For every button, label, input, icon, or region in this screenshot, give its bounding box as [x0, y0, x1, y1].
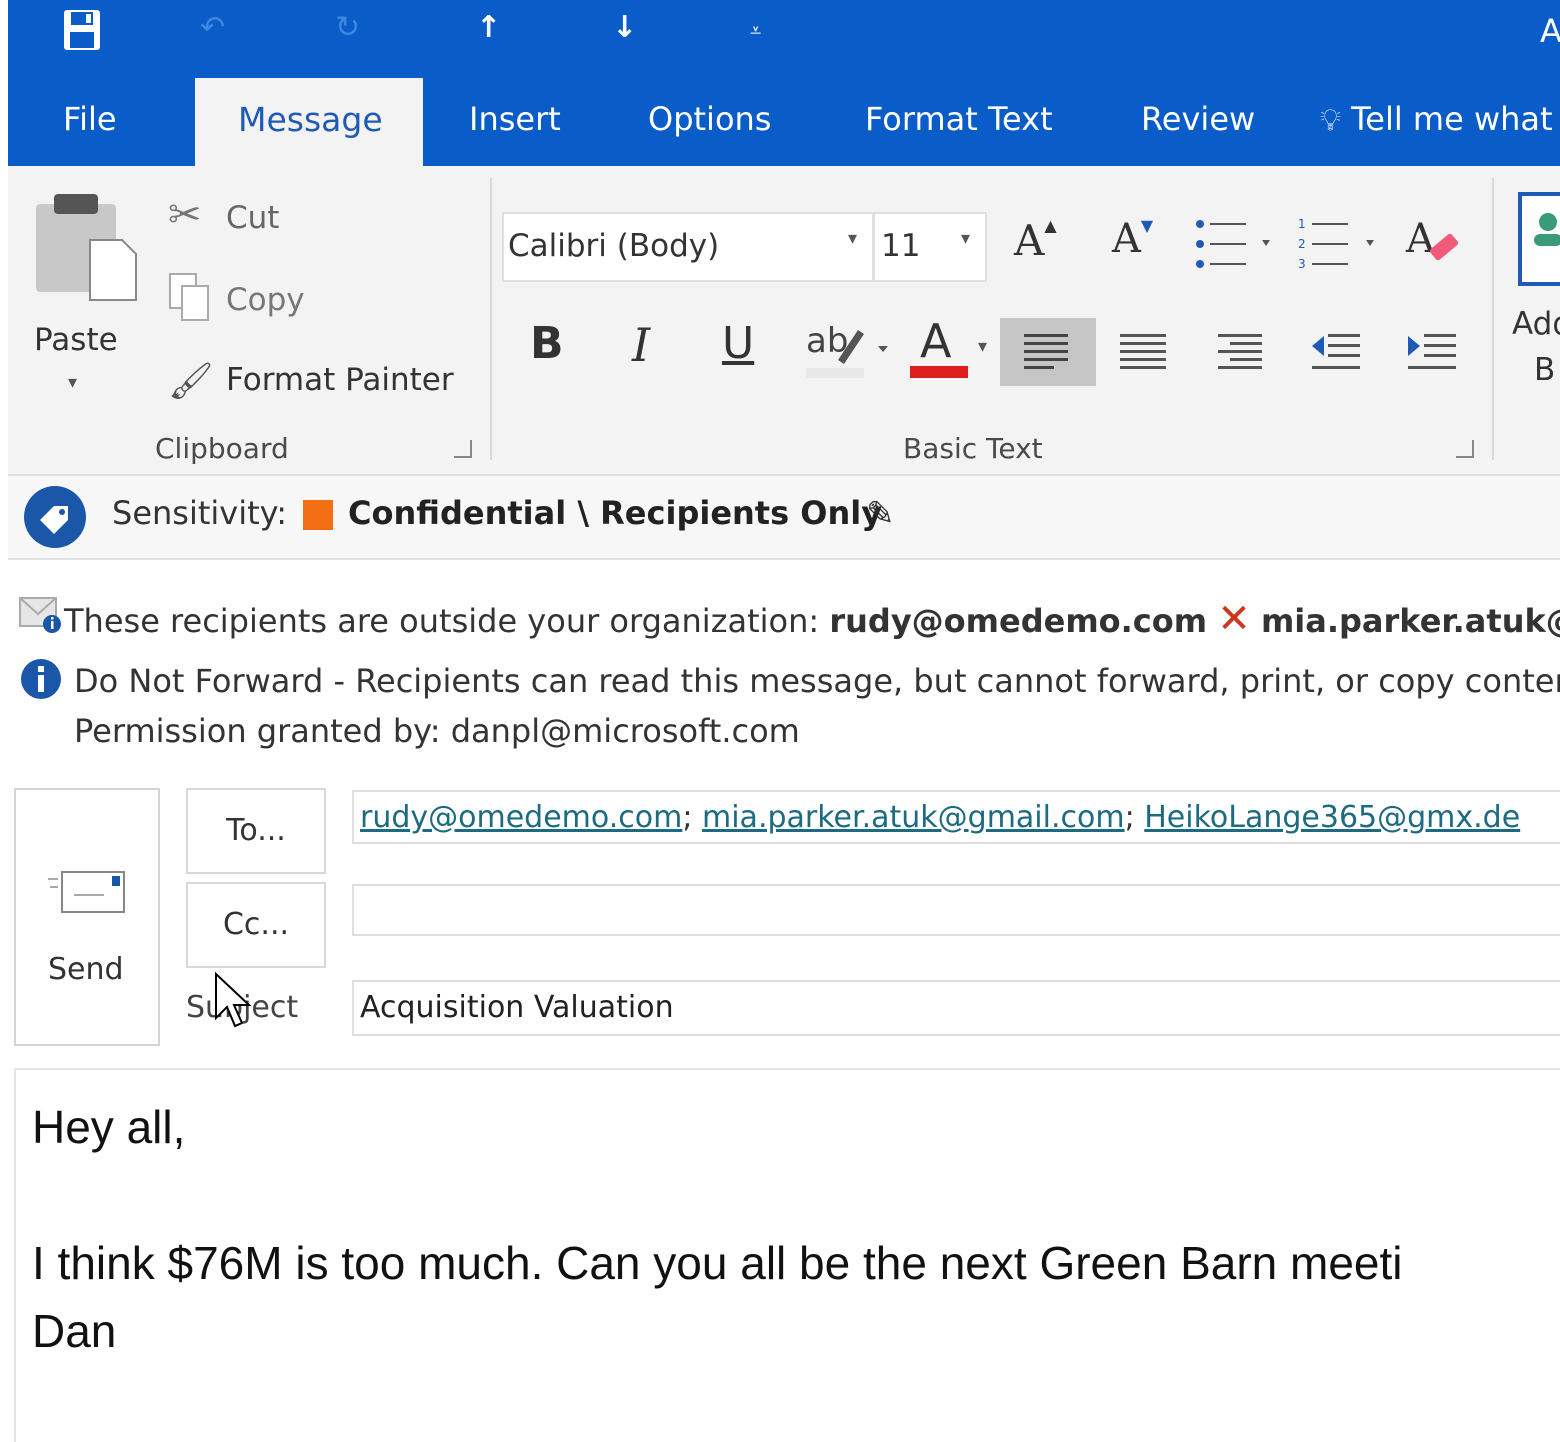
- separator: ;: [682, 800, 693, 835]
- clear-formatting-icon[interactable]: A: [1404, 212, 1464, 276]
- tab-message[interactable]: Message: [238, 100, 383, 139]
- copy-icon: [168, 272, 212, 328]
- align-right-icon[interactable]: [1216, 332, 1264, 376]
- basic-text-launcher-icon[interactable]: [1456, 440, 1474, 458]
- pencil-icon[interactable]: ✎: [866, 494, 895, 534]
- italic-button[interactable]: I: [632, 318, 650, 372]
- address-book-icon[interactable]: [1518, 192, 1560, 292]
- scissors-icon: ✂: [168, 192, 202, 238]
- subject-value: Acquisition Valuation: [360, 990, 674, 1025]
- clipboard-launcher-icon[interactable]: [454, 440, 472, 458]
- arrow-down-icon[interactable]: ↓: [612, 10, 637, 45]
- tab-options[interactable]: Options: [648, 100, 771, 138]
- to-recipients: rudy@omedemo.com; mia.parker.atuk@gmail.…: [360, 800, 1520, 835]
- font-size-combo[interactable]: 11 ▾: [873, 212, 987, 282]
- customize-icon[interactable]: ⩡: [750, 18, 761, 42]
- mail-tip: These recipients are outside your organi…: [64, 596, 1560, 642]
- chevron-down-icon[interactable]: ▾: [961, 228, 970, 249]
- mail-tip-text: These recipients are outside your organi…: [64, 602, 820, 640]
- remove-x-icon[interactable]: ✕: [1217, 596, 1251, 642]
- save-icon[interactable]: [62, 8, 102, 60]
- paste-button[interactable]: Paste: [34, 322, 118, 358]
- shrink-font-icon[interactable]: A▼: [1112, 216, 1153, 262]
- send-label: Send: [48, 952, 124, 987]
- font-name-value: Calibri (Body): [508, 228, 720, 264]
- recipient-link[interactable]: HeikoLange365@gmx.de: [1144, 800, 1520, 835]
- format-painter-icon: 🖌︎: [168, 361, 214, 402]
- recipient-link[interactable]: rudy@omedemo.com: [360, 800, 682, 835]
- clipboard-group-label: Clipboard: [155, 432, 289, 465]
- copy-button[interactable]: Copy: [226, 282, 305, 318]
- ribbon-separator: [490, 178, 492, 460]
- mail-tip-recipient[interactable]: rudy@omedemo.com: [829, 602, 1207, 640]
- font-size-value: 11: [881, 228, 921, 264]
- tell-me-label: Tell me what: [1351, 100, 1553, 138]
- info-icon: [20, 658, 64, 706]
- to-button[interactable]: To...: [186, 788, 326, 874]
- to-field[interactable]: rudy@omedemo.com; mia.parker.atuk@gmail.…: [352, 790, 1560, 844]
- bold-button[interactable]: B: [530, 318, 564, 369]
- address-book-label-line2[interactable]: B: [1534, 352, 1555, 388]
- recipient-link[interactable]: mia.parker.atuk@gmail.com: [702, 800, 1125, 835]
- grow-font-icon[interactable]: A▲: [1014, 216, 1057, 265]
- numbering-icon[interactable]: 1 2 3: [1296, 214, 1380, 278]
- permission-line1: Do Not Forward - Recipients can read thi…: [74, 662, 1560, 700]
- separator: ;: [1124, 800, 1135, 835]
- chevron-down-icon[interactable]: ▾: [848, 228, 857, 249]
- decrease-indent-icon[interactable]: [1310, 332, 1362, 376]
- mail-tip-recipient[interactable]: mia.parker.atuk@gm: [1261, 602, 1560, 640]
- bullets-icon[interactable]: [1194, 214, 1274, 278]
- tab-format-text[interactable]: Format Text: [865, 100, 1053, 138]
- svg-text:1: 1: [1298, 217, 1306, 231]
- cut-button[interactable]: Cut: [226, 200, 279, 236]
- lightbulb-icon: 💡︎: [1320, 103, 1341, 138]
- font-name-combo[interactable]: Calibri (Body) ▾: [502, 212, 874, 282]
- sensitivity-swatch: [303, 500, 333, 530]
- format-painter-button[interactable]: Format Painter: [226, 362, 454, 398]
- highlight-icon[interactable]: ab: [804, 316, 894, 386]
- underline-button[interactable]: U: [722, 318, 754, 369]
- redo-icon[interactable]: ↻: [335, 10, 360, 45]
- svg-text:A: A: [1405, 216, 1436, 262]
- title-bar: [8, 0, 1560, 78]
- font-color-letter: A: [920, 314, 952, 368]
- cc-field[interactable]: [352, 884, 1560, 936]
- ribbon-separator: [1492, 178, 1494, 460]
- sensitivity-label: Sensitivity:: [112, 494, 288, 532]
- align-left-button[interactable]: [1000, 318, 1096, 386]
- svg-text:2: 2: [1298, 237, 1306, 251]
- mail-tip-icon: [18, 594, 64, 638]
- arrow-up-icon[interactable]: ↑: [476, 10, 501, 45]
- body-signature: Dan: [32, 1305, 117, 1357]
- font-color-swatch: [910, 366, 968, 378]
- sensitivity-tag-icon[interactable]: [22, 484, 88, 554]
- tab-file[interactable]: File: [63, 100, 117, 138]
- paste-dropdown-icon[interactable]: ▾: [68, 372, 77, 393]
- svg-text:3: 3: [1298, 257, 1306, 271]
- permission-line2: Permission granted by: danpl@microsoft.c…: [74, 712, 800, 750]
- mouse-cursor-icon: [214, 971, 254, 1036]
- body-line: I think $76M is too much. Can you all be…: [32, 1237, 1403, 1289]
- increase-indent-icon[interactable]: [1406, 332, 1458, 376]
- align-center-icon[interactable]: [1120, 332, 1168, 376]
- basic-text-group-label: Basic Text: [903, 432, 1043, 465]
- sensitivity-value[interactable]: Confidential \ Recipients Only: [348, 494, 882, 532]
- send-button[interactable]: Send: [14, 788, 160, 1046]
- account-initial: A: [1540, 12, 1560, 50]
- chevron-down-icon[interactable]: ▾: [978, 336, 987, 357]
- subject-field[interactable]: Acquisition Valuation: [352, 980, 1560, 1036]
- paste-icon[interactable]: [34, 190, 138, 310]
- tab-review[interactable]: Review: [1141, 100, 1255, 138]
- tab-insert[interactable]: Insert: [469, 100, 561, 138]
- cc-button[interactable]: Cc...: [186, 882, 326, 968]
- tell-me-box[interactable]: 💡︎ Tell me what: [1320, 100, 1553, 138]
- undo-icon[interactable]: ↶: [200, 10, 225, 45]
- address-book-label-line1[interactable]: Add: [1512, 306, 1560, 342]
- body-greeting: Hey all,: [32, 1101, 186, 1153]
